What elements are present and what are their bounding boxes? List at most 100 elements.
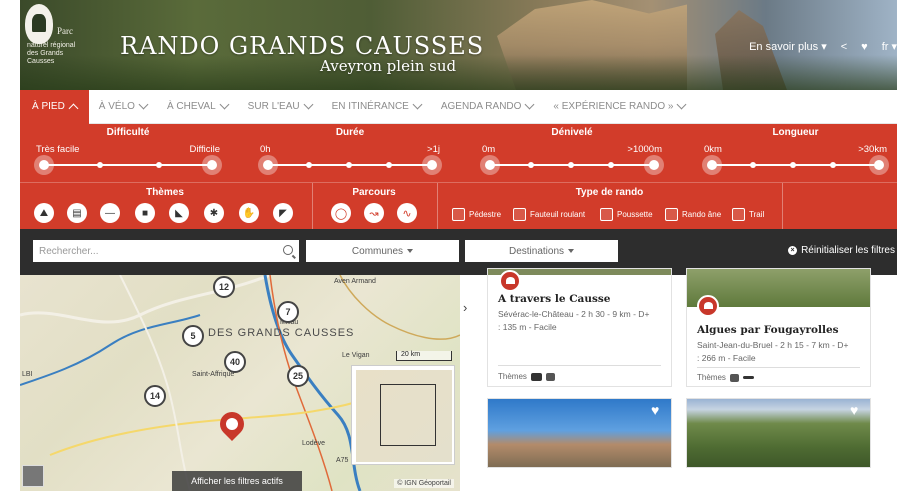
heart-icon[interactable]: ♥ — [651, 403, 665, 417]
difficulty-slider[interactable]: Difficulté Très facile Difficile — [34, 127, 222, 182]
chevron-right-icon[interactable]: › — [463, 300, 467, 315]
favorites-icon[interactable]: ♥ — [861, 41, 868, 53]
nav-experience-rando[interactable]: « EXPÉRIENCE RANDO » — [543, 90, 695, 124]
chevron-down-icon — [219, 99, 230, 110]
slider-handle-max[interactable] — [422, 155, 442, 175]
layers-icon[interactable] — [22, 465, 44, 487]
heart-icon[interactable]: ♥ — [850, 403, 864, 417]
flower-icon[interactable]: ✱ — [204, 203, 224, 223]
nav-a-pied[interactable]: À PIED — [20, 89, 89, 124]
search-icon[interactable] — [283, 245, 293, 255]
caret-down-icon — [568, 249, 575, 253]
cluster-marker[interactable]: 25 — [287, 365, 309, 387]
return-icon[interactable]: ∿ — [397, 203, 417, 223]
nav-label: SUR L'EAU — [247, 101, 300, 112]
type-poussette[interactable]: Poussette — [600, 208, 653, 221]
checkbox[interactable] — [732, 208, 745, 221]
map[interactable]: DES GRANDS CAUSSES Millau Saint-Affrique… — [20, 275, 460, 491]
card-title[interactable]: Algues par Fougayrolles — [697, 324, 839, 336]
hand-icon[interactable]: ✋ — [239, 203, 259, 223]
slider-step — [528, 162, 534, 168]
park-logo[interactable]: Parc naturel régional des Grands Causses — [25, 4, 83, 70]
card-meta-line2: : 135 m - Facile — [498, 322, 557, 332]
cluster-marker[interactable]: 12 — [213, 276, 235, 298]
chevron-down-icon — [677, 99, 687, 110]
chevron-down-icon — [412, 99, 423, 110]
trail-card[interactable]: Algues par Fougayrolles Saint-Jean-du-Br… — [686, 268, 871, 387]
overview-minimap[interactable] — [351, 365, 455, 465]
nav-a-cheval[interactable]: À CHEVAL — [157, 90, 238, 124]
share-icon[interactable]: < — [841, 41, 847, 53]
type-rando-ane[interactable]: Rando âne — [665, 208, 721, 221]
logo-parc-text: Parc — [57, 26, 73, 36]
type-label: Trail — [749, 210, 765, 219]
cluster-marker[interactable]: 14 — [144, 385, 166, 407]
slider-step — [830, 162, 836, 168]
trail-card[interactable]: ♥ — [487, 398, 672, 468]
slider-track[interactable] — [702, 155, 889, 175]
card-title[interactable]: A travers le Causse — [498, 293, 611, 305]
type-fauteuil[interactable]: Fauteuil roulant — [513, 208, 585, 221]
search-input[interactable]: Rechercher... — [33, 240, 299, 262]
bird2-icon[interactable]: ◤ — [273, 203, 293, 223]
checkbox[interactable] — [665, 208, 678, 221]
slider-handle-max[interactable] — [202, 155, 222, 175]
slider-step — [790, 162, 796, 168]
card-divider — [697, 367, 860, 368]
slider-handle-min[interactable] — [34, 155, 54, 175]
cow-icon[interactable]: ■ — [135, 203, 155, 223]
nav-agenda-rando[interactable]: AGENDA RANDO — [431, 90, 544, 124]
site-title[interactable]: RANDO GRANDS CAUSSES — [120, 32, 484, 60]
cluster-marker[interactable]: 5 — [182, 325, 204, 347]
slider-handle-min[interactable] — [480, 155, 500, 175]
slider-step — [750, 162, 756, 168]
slider-track[interactable] — [34, 155, 222, 175]
communes-select[interactable]: Communes — [306, 240, 459, 262]
map-scale: 20 km — [396, 351, 452, 361]
map-attribution[interactable]: © IGN Géoportail — [394, 479, 454, 488]
type-trail[interactable]: Trail — [732, 208, 764, 221]
nav-a-velo[interactable]: À VÉLO — [89, 90, 157, 124]
chevron-down-icon — [303, 99, 314, 110]
length-slider[interactable]: Longueur 0km >30km — [702, 127, 889, 182]
slider-track[interactable] — [258, 155, 442, 175]
show-active-filters-button[interactable]: Afficher les filtres actifs — [172, 471, 302, 491]
duration-slider[interactable]: Durée 0h >1j — [258, 127, 442, 182]
trail-card[interactable]: A travers le Causse Sévérac-le-Château -… — [487, 268, 672, 387]
search-placeholder: Rechercher... — [39, 245, 99, 257]
nav-sur-l-eau[interactable]: SUR L'EAU — [238, 90, 322, 124]
minimap-extent[interactable] — [380, 384, 436, 446]
reset-filters-button[interactable]: × Réinitialiser les filtres — [788, 245, 895, 256]
book-icon[interactable]: ▤ — [67, 203, 87, 223]
type-pedestre[interactable]: Pédestre — [452, 208, 501, 221]
elevation-slider[interactable]: Dénivelé 0m >1000m — [480, 127, 664, 182]
destinations-select[interactable]: Destinations — [465, 240, 618, 262]
hiker-icon[interactable]: ⛰ — [34, 203, 54, 223]
cluster-marker[interactable]: 7 — [277, 301, 299, 323]
themes-title: Thèmes — [146, 187, 184, 198]
slider-track[interactable] — [480, 155, 664, 175]
map-pin-icon[interactable] — [215, 407, 249, 442]
nav-en-itinerance[interactable]: EN ITINÉRANCE — [322, 90, 431, 124]
checkbox[interactable] — [513, 208, 526, 221]
slider-step — [156, 162, 162, 168]
checkbox[interactable] — [452, 208, 465, 221]
nav-label: EN ITINÉRANCE — [331, 101, 409, 112]
more-info-link[interactable]: En savoir plus ▾ — [749, 40, 827, 53]
knife-icon[interactable]: — — [100, 203, 120, 223]
loop-icon[interactable]: ◯ — [331, 203, 351, 223]
type-label: Poussette — [617, 210, 653, 219]
slider-handle-min[interactable] — [702, 155, 722, 175]
map-label-saint-affrique: Saint-Affrique — [192, 371, 235, 378]
divider — [782, 183, 783, 230]
bird-icon[interactable]: ◣ — [169, 203, 189, 223]
type-label: Rando âne — [682, 210, 722, 219]
cluster-marker[interactable]: 40 — [224, 351, 246, 373]
oneway-icon[interactable]: ↝ — [364, 203, 384, 223]
checkbox[interactable] — [600, 208, 613, 221]
slider-handle-max[interactable] — [869, 155, 889, 175]
slider-handle-min[interactable] — [258, 155, 278, 175]
trail-card[interactable]: ♥ — [686, 398, 871, 468]
language-select[interactable]: fr ▾ — [882, 40, 897, 53]
slider-handle-max[interactable] — [644, 155, 664, 175]
